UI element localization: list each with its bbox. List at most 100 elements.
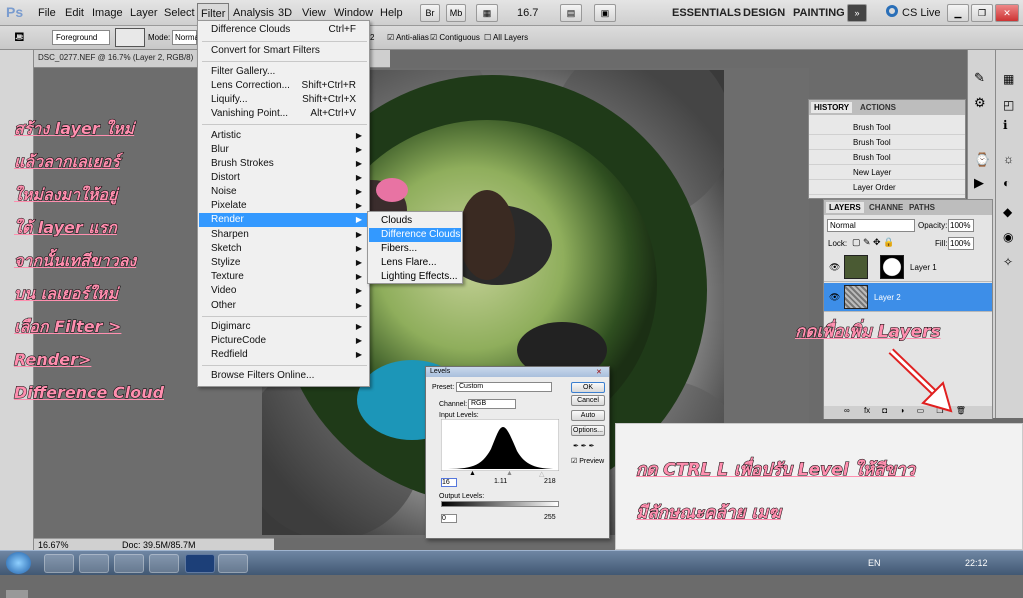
clone-panel-icon[interactable]: ⚙	[974, 95, 986, 111]
menu-item-vanishing-point[interactable]: Vanishing Point... Alt+Ctrl+V	[199, 107, 368, 121]
menu-item-lens-correction[interactable]: Lens Correction... Shift+Ctrl+R	[199, 79, 368, 93]
menu-item-liquify[interactable]: Liquify... Shift+Ctrl+X	[199, 93, 368, 107]
all-layers-checkbox[interactable]: ☐ All Layers	[484, 33, 528, 42]
menu-item-stylize[interactable]: Stylize ▶	[199, 256, 368, 270]
input-white-field[interactable]: 218	[544, 478, 556, 485]
channels-icon[interactable]: ◉	[1003, 230, 1013, 244]
tolerance-value[interactable]: 2	[370, 33, 374, 42]
eye-icon[interactable]: 👁	[829, 253, 840, 282]
app-taskbar-icon[interactable]	[218, 554, 248, 573]
menu-image[interactable]: Image	[92, 7, 123, 19]
menu-item-picturecode[interactable]: PictureCode ▶	[199, 334, 368, 348]
fill-input[interactable]: 100%	[948, 237, 974, 250]
contiguous-checkbox[interactable]: ☑ Contiguous	[430, 33, 480, 42]
white-point-slider[interactable]: △	[539, 470, 544, 478]
menu-3d[interactable]: 3D	[278, 7, 292, 19]
fill-source-select[interactable]: Foreground	[52, 30, 110, 45]
menu-item-render[interactable]: Render ▶	[199, 213, 368, 227]
menu-item-pixelate[interactable]: Pixelate ▶	[199, 199, 368, 213]
workspace-essentials[interactable]: ESSENTIALS	[672, 7, 741, 19]
layers-icon[interactable]: ◆	[1003, 205, 1012, 219]
ok-button[interactable]: OK	[571, 382, 605, 393]
menu-item-video[interactable]: Video ▶	[199, 284, 368, 298]
actions-icon[interactable]: ▶	[974, 175, 984, 191]
input-black-field[interactable]: 16	[441, 478, 457, 487]
tab-channels[interactable]: CHANNE	[866, 202, 906, 213]
masks-icon[interactable]: ◐	[1003, 176, 1010, 190]
menu-item-blur[interactable]: Blur ▶	[199, 143, 368, 157]
history-item[interactable]: Layer Order	[809, 180, 965, 195]
menu-item-brush-strokes[interactable]: Brush Strokes ▶	[199, 157, 368, 171]
workspace-design[interactable]: DESIGN	[743, 7, 785, 19]
minimize-button[interactable]: ▁	[947, 4, 969, 22]
close-button[interactable]: ✕	[995, 4, 1019, 22]
menu-item-digimarc[interactable]: Digimarc ▶	[199, 320, 368, 334]
history-icon[interactable]: ⌚	[974, 152, 990, 168]
menu-file[interactable]: File	[38, 7, 56, 19]
anti-alias-checkbox[interactable]: ☑ Anti-alias	[387, 33, 429, 42]
pattern-swatch[interactable]	[115, 28, 145, 47]
menu-item-other[interactable]: Other ▶	[199, 299, 368, 313]
layer-row-layer-2[interactable]: 👁 Layer 2	[824, 283, 992, 312]
black-point-slider[interactable]: ▲	[469, 470, 476, 477]
menu-item-filter-gallery[interactable]: Filter Gallery...	[199, 65, 368, 79]
menu-item-difference-clouds[interactable]: Difference Clouds Ctrl+F	[199, 23, 368, 37]
workspace-painting[interactable]: PAINTING	[793, 7, 845, 19]
clock[interactable]: 22:12	[965, 558, 988, 568]
menu-layer[interactable]: Layer	[130, 7, 158, 19]
link-layers-icon[interactable]: ∞	[844, 406, 850, 415]
cancel-button[interactable]: Cancel	[571, 395, 605, 406]
menu-item-distort[interactable]: Distort ▶	[199, 171, 368, 185]
menu-item-convert-smart-filters[interactable]: Convert for Smart Filters	[199, 44, 368, 58]
menu-item-sketch[interactable]: Sketch ▶	[199, 242, 368, 256]
media-taskbar-icon[interactable]	[114, 554, 144, 573]
submenu-item-fibers[interactable]: Fibers...	[369, 242, 461, 256]
submenu-item-difference-clouds[interactable]: Difference Clouds	[369, 228, 461, 242]
auto-button[interactable]: Auto	[571, 410, 605, 421]
blend-mode-select[interactable]: Normal	[827, 219, 915, 232]
layer-mask-thumbnail[interactable]	[880, 255, 904, 279]
preview-checkbox[interactable]: ☑ Preview	[571, 457, 604, 465]
extras-button[interactable]: ▦	[476, 4, 498, 22]
ie-taskbar-icon[interactable]	[44, 554, 74, 573]
photoshop-taskbar-icon[interactable]	[185, 554, 215, 573]
fx-icon[interactable]: fx	[864, 406, 870, 415]
zoom-level[interactable]: 16.7	[517, 7, 538, 19]
menu-view[interactable]: View	[302, 7, 326, 19]
menu-select[interactable]: Select	[164, 7, 195, 19]
brush-panel-icon[interactable]: ✎	[974, 70, 985, 86]
menu-window[interactable]: Window	[334, 7, 373, 19]
tab-paths[interactable]: PATHS	[906, 202, 938, 213]
menu-item-redfield[interactable]: Redfield ▶	[199, 348, 368, 362]
gamma-slider[interactable]: ▲	[506, 470, 513, 477]
options-button[interactable]: Options...	[571, 425, 605, 436]
status-zoom[interactable]: 16.67%	[38, 540, 69, 550]
menu-analysis[interactable]: Analysis	[233, 7, 274, 19]
start-button[interactable]	[6, 552, 31, 574]
restore-button[interactable]: ❐	[971, 4, 993, 22]
histogram-icon[interactable]: ▦	[1003, 72, 1014, 86]
output-white-field[interactable]: 255	[544, 514, 556, 521]
layer-row-layer-1[interactable]: 👁 Layer 1	[824, 253, 992, 282]
mode-select[interactable]: Norma	[172, 30, 199, 45]
menu-edit[interactable]: Edit	[65, 7, 84, 19]
menu-item-artistic[interactable]: Artistic ▶	[199, 129, 368, 143]
submenu-item-lighting-effects[interactable]: Lighting Effects...	[369, 270, 461, 284]
history-item[interactable]: New Layer	[809, 165, 965, 180]
levels-close-icon[interactable]: ✕	[596, 368, 602, 376]
bridge-button[interactable]: Br	[420, 4, 440, 22]
submenu-item-clouds[interactable]: Clouds	[369, 214, 461, 228]
minibridge-button[interactable]: Mb	[446, 4, 466, 22]
eye-icon[interactable]: 👁	[829, 283, 840, 312]
cslive-button[interactable]: CS Live	[902, 7, 941, 19]
menu-item-texture[interactable]: Texture ▶	[199, 270, 368, 284]
language-indicator[interactable]: EN	[868, 558, 881, 568]
screen-mode-button[interactable]: ▣	[594, 4, 616, 22]
lock-icons[interactable]: ▢ ✎ ✥ 🔒	[852, 237, 894, 248]
input-gamma-field[interactable]: 1.11	[494, 478, 507, 485]
info-icon[interactable]: ℹ	[1003, 118, 1008, 132]
adjustments-icon[interactable]: ☼	[1003, 152, 1014, 166]
opacity-input[interactable]: 100%	[948, 219, 974, 232]
more-workspaces-icon[interactable]: »	[847, 4, 867, 22]
navigator-icon[interactable]: ◰	[1003, 98, 1014, 112]
